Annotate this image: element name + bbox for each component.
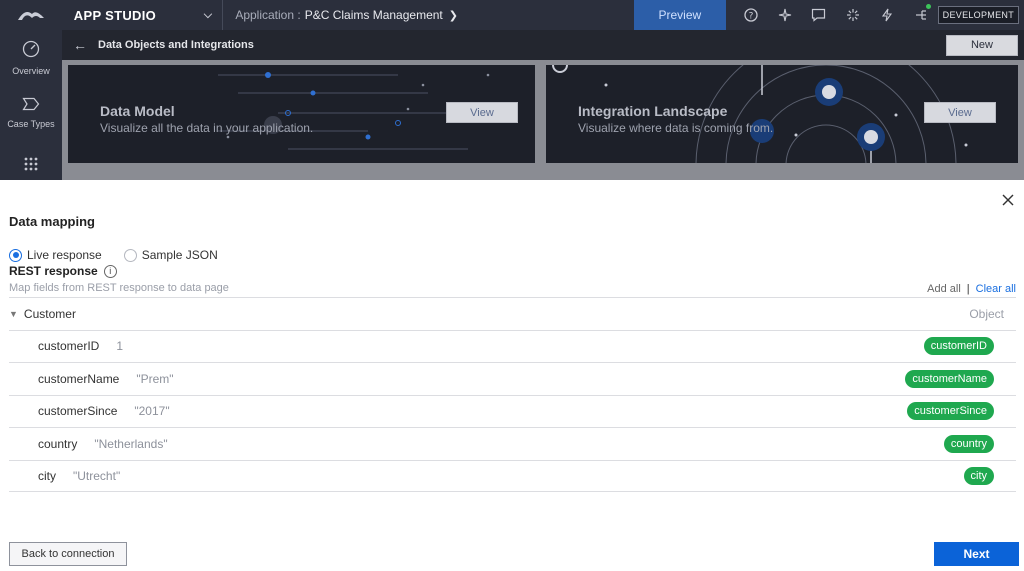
field-value: "Prem" xyxy=(136,371,174,386)
mapped-field-pill[interactable]: customerID xyxy=(923,337,994,356)
rest-response-description: Map fields from REST response to data pa… xyxy=(9,282,229,294)
integration-landscape-card: Integration Landscape Visualize where da… xyxy=(546,65,1018,163)
cards-area: Data Model Visualize all the data in you… xyxy=(62,60,1024,180)
chat-icon[interactable] xyxy=(802,0,836,30)
toolbar-icons: ? xyxy=(734,0,938,30)
mapping-table: ▼ Customer Object customerID 1 customerI… xyxy=(9,297,1016,492)
mapped-field-pill[interactable]: country xyxy=(943,434,994,453)
radio-label: Live response xyxy=(27,248,102,262)
sidebar-item-label: Overview xyxy=(12,65,50,76)
table-row-group[interactable]: ▼ Customer Object xyxy=(9,297,1016,330)
pega-logo-icon[interactable] xyxy=(0,0,62,30)
card-description: Visualize all the data in your applicati… xyxy=(100,121,314,135)
sidebar-item-case-types[interactable]: Case Types xyxy=(0,85,62,140)
table-row: country "Netherlands" country xyxy=(9,427,1016,460)
help-icon[interactable]: ? xyxy=(734,0,768,30)
group-name: Customer xyxy=(23,306,76,321)
grid-icon xyxy=(23,156,39,177)
back-to-connection-button[interactable]: Back to connection xyxy=(9,542,127,566)
live-response-radio[interactable]: Live response xyxy=(9,248,102,262)
mapped-field-pill[interactable]: customerSince xyxy=(907,402,994,421)
chevron-down-icon: ⌵ xyxy=(203,8,213,21)
close-icon[interactable] xyxy=(1000,192,1016,208)
burst-icon[interactable] xyxy=(836,0,870,30)
mapped-field-pill[interactable]: city xyxy=(963,466,994,485)
field-name: customerID xyxy=(38,339,100,354)
field-name: city xyxy=(38,468,56,483)
separator: | xyxy=(966,283,970,295)
mapping-actions: Add all | Clear all xyxy=(927,283,1016,295)
data-mapping-modal: Data mapping Live response Sample JSON R… xyxy=(0,180,1024,571)
page-header: ← Data Objects and Integrations New xyxy=(62,30,1024,60)
radio-label: Sample JSON xyxy=(141,248,218,262)
info-icon[interactable]: i xyxy=(103,264,117,278)
mapped-field-pill[interactable]: customerName xyxy=(905,369,994,388)
page-title: Data Objects and Integrations xyxy=(98,39,254,51)
gauge-icon xyxy=(22,40,40,63)
rest-response-heading: REST response i xyxy=(9,264,117,278)
rest-response-title: REST response xyxy=(9,264,98,278)
app-studio-label: APP STUDIO xyxy=(73,7,157,23)
group-type: Object xyxy=(969,306,1004,321)
application-name: P&C Claims Management xyxy=(304,8,443,22)
field-name: customerSince xyxy=(38,404,118,419)
data-model-card: Data Model Visualize all the data in you… xyxy=(68,65,535,163)
view-integration-landscape-button[interactable]: View xyxy=(924,102,996,123)
field-name: customerName xyxy=(38,371,120,386)
preview-button[interactable]: Preview xyxy=(633,0,726,30)
table-row: customerName "Prem" customerName xyxy=(9,362,1016,395)
application-label: Application : xyxy=(235,8,301,22)
chevron-tag-icon xyxy=(22,97,40,116)
card-description: Visualize where data is coming from. xyxy=(578,121,774,135)
svg-text:?: ? xyxy=(748,12,753,22)
top-bar: APP STUDIO ⌵ Application : P&C Claims Ma… xyxy=(0,0,1024,30)
back-arrow-icon[interactable]: ← xyxy=(62,37,98,53)
clear-all-link[interactable]: Clear all xyxy=(976,283,1016,295)
application-switcher[interactable]: Application : P&C Claims Management ❯ xyxy=(223,0,634,30)
caret-down-icon[interactable]: ▼ xyxy=(9,309,18,319)
modal-title: Data mapping xyxy=(9,214,95,229)
branch-icon[interactable] xyxy=(904,0,938,30)
radio-unchecked-icon xyxy=(123,248,137,262)
sample-json-radio[interactable]: Sample JSON xyxy=(123,248,218,262)
field-name: country xyxy=(38,436,78,451)
sidebar-item-label: Case Types xyxy=(7,118,55,129)
field-value: 1 xyxy=(116,339,124,354)
response-type-radios: Live response Sample JSON xyxy=(9,248,240,262)
card-title: Data Model xyxy=(100,103,175,119)
status-dot xyxy=(925,4,931,9)
table-row: city "Utrecht" city xyxy=(9,459,1016,492)
lightning-icon[interactable] xyxy=(870,0,904,30)
new-button[interactable]: New xyxy=(946,34,1018,56)
sparkle-icon[interactable] xyxy=(768,0,802,30)
left-sidebar: Overview Case Types xyxy=(0,30,62,180)
chevron-down-icon: ❯ xyxy=(448,9,458,22)
field-value: "Netherlands" xyxy=(94,436,168,451)
table-row: customerID 1 customerID xyxy=(9,329,1016,363)
app-studio-switcher[interactable]: APP STUDIO ⌵ xyxy=(62,0,224,30)
field-value: "2017" xyxy=(134,404,170,419)
card-title: Integration Landscape xyxy=(578,103,728,119)
environment-badge: DEVELOPMENT xyxy=(937,6,1019,24)
sidebar-item-overview[interactable]: Overview xyxy=(0,30,62,85)
radio-checked-icon xyxy=(9,248,22,262)
add-all-link[interactable]: Add all xyxy=(927,283,961,295)
view-data-model-button[interactable]: View xyxy=(446,102,518,123)
field-value: "Utrecht" xyxy=(73,468,121,483)
next-button[interactable]: Next xyxy=(934,542,1019,566)
table-row: customerSince "2017" customerSince xyxy=(9,394,1016,428)
